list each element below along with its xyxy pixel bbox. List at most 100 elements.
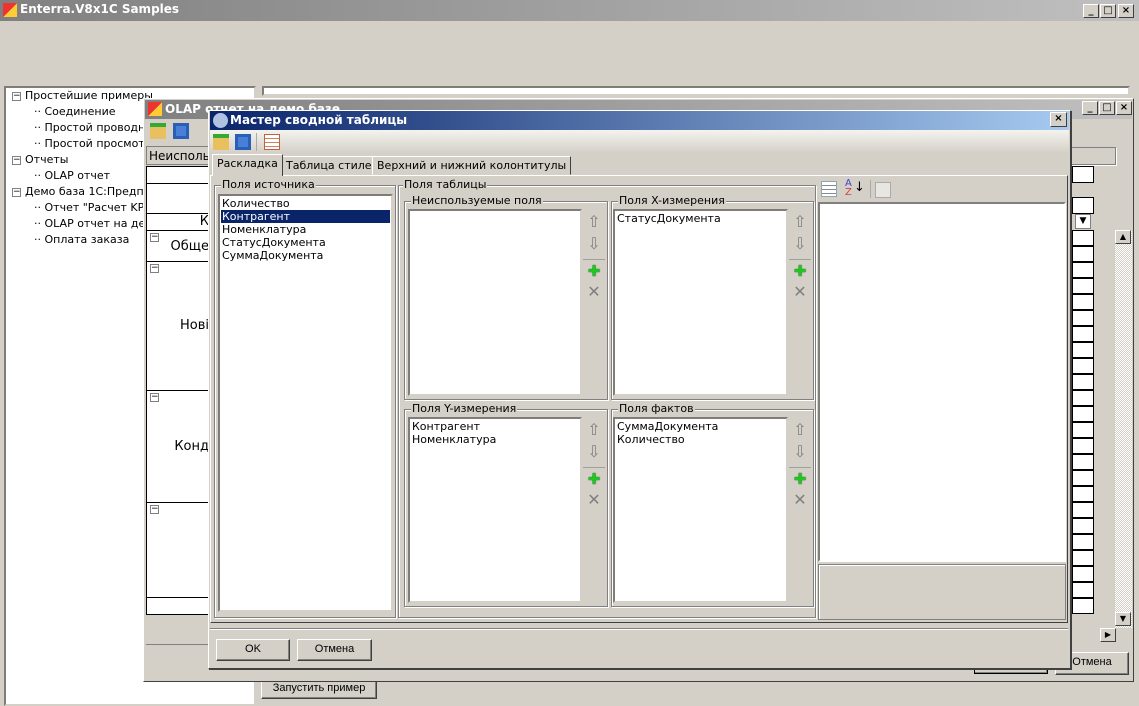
add-icon[interactable]: ✚ bbox=[583, 467, 605, 489]
tree-item[interactable]: ·· Отчет "Расчет KPI" bbox=[34, 201, 153, 214]
categorized-icon[interactable] bbox=[821, 181, 837, 197]
tree-item[interactable]: ·· Простой просмото bbox=[34, 137, 151, 150]
toolbar-separator bbox=[256, 133, 257, 151]
sort-az-icon[interactable]: AZ bbox=[845, 179, 852, 198]
main-title-bar: Enterra.V8x1C Samples bbox=[0, 0, 1139, 21]
divider bbox=[210, 628, 1068, 630]
grid-cell[interactable]: − Конд bbox=[146, 390, 210, 503]
tree-item[interactable]: ·· OLAP отчет на дем bbox=[34, 217, 154, 230]
collapse-icon[interactable]: − bbox=[12, 155, 21, 165]
list-item[interactable]: СуммаДокумента bbox=[616, 420, 785, 433]
table-style-icon[interactable] bbox=[264, 134, 280, 150]
list-item[interactable]: Номенклатура bbox=[411, 433, 579, 446]
list-item[interactable]: Количество bbox=[616, 433, 785, 446]
tree-item-label: Оплата заказа bbox=[44, 233, 130, 246]
tab-header-footer[interactable]: Верхний и нижний колонтитулы bbox=[372, 156, 572, 175]
dialog-close-button[interactable]: × bbox=[1050, 112, 1067, 127]
delete-icon[interactable]: ✕ bbox=[789, 281, 811, 303]
scroll-down-icon[interactable]: ▼ bbox=[1115, 612, 1131, 626]
move-up-icon[interactable]: ⇧ bbox=[583, 211, 605, 233]
list-item[interactable]: СтатусДокумента bbox=[616, 212, 785, 225]
save-icon[interactable] bbox=[173, 123, 189, 139]
ok-button[interactable]: OK bbox=[216, 639, 290, 661]
grid-cell bbox=[1072, 390, 1094, 406]
list-item[interactable]: Количество bbox=[221, 197, 390, 210]
scroll-up-icon[interactable]: ▲ bbox=[1115, 230, 1131, 244]
y-dimension-list[interactable]: Контрагент Номенклатура bbox=[408, 417, 582, 603]
tree-item[interactable]: ·· Соединение bbox=[34, 105, 116, 118]
move-down-icon[interactable]: ⇩ bbox=[789, 441, 811, 463]
scroll-right-icon[interactable]: ▶ bbox=[1100, 628, 1116, 642]
minimize-button[interactable]: _ bbox=[1083, 4, 1099, 18]
olap-minimize-button[interactable]: _ bbox=[1082, 101, 1098, 115]
move-down-icon[interactable]: ⇩ bbox=[789, 233, 811, 255]
maximize-button[interactable]: □ bbox=[1100, 4, 1116, 18]
vertical-scrollbar[interactable]: ▲ ▼ bbox=[1115, 230, 1132, 628]
grid-cell[interactable]: − bbox=[146, 502, 210, 598]
open-icon[interactable] bbox=[150, 123, 166, 139]
add-icon[interactable]: ✚ bbox=[583, 259, 605, 281]
collapse-icon[interactable]: − bbox=[150, 393, 159, 402]
property-grid[interactable] bbox=[818, 202, 1066, 562]
move-up-icon[interactable]: ⇧ bbox=[789, 419, 811, 441]
add-icon[interactable]: ✚ bbox=[789, 467, 811, 489]
save-icon[interactable] bbox=[235, 134, 251, 150]
grid-cell bbox=[1072, 278, 1094, 294]
grid-cell-label: Обще bbox=[170, 239, 210, 254]
dropdown-arrow-icon[interactable]: ▼ bbox=[1075, 214, 1091, 229]
move-up-icon[interactable]: ⇧ bbox=[789, 211, 811, 233]
list-item[interactable]: СтатусДокумента bbox=[221, 236, 390, 249]
list-buttons: ⇧ ⇩ ✚ ✕ bbox=[583, 211, 605, 303]
collapse-icon[interactable]: − bbox=[150, 264, 159, 273]
facts-list[interactable]: СуммаДокумента Количество bbox=[613, 417, 788, 603]
move-up-icon[interactable]: ⇧ bbox=[583, 419, 605, 441]
tab-style-table[interactable]: Таблица стилей bbox=[281, 156, 384, 175]
main-title: Enterra.V8x1C Samples bbox=[20, 2, 180, 16]
list-item[interactable]: СуммаДокумента bbox=[221, 249, 390, 262]
tree-item-label: Простейшие примеры bbox=[25, 89, 153, 102]
divider bbox=[146, 644, 210, 645]
list-buttons: ⇧ ⇩ ✚ ✕ bbox=[789, 211, 811, 303]
list-item[interactable]: Контрагент bbox=[411, 420, 579, 433]
add-icon[interactable]: ✚ bbox=[789, 259, 811, 281]
grid-cell bbox=[1072, 342, 1094, 358]
collapse-icon[interactable]: − bbox=[150, 505, 159, 514]
tree-item[interactable]: ·· Оплата заказа bbox=[34, 233, 129, 246]
delete-icon[interactable]: ✕ bbox=[583, 489, 605, 511]
grid-cell[interactable]: − Обще bbox=[146, 230, 210, 262]
olap-close-button[interactable]: × bbox=[1116, 101, 1132, 115]
tree-item[interactable]: − Простейшие примеры bbox=[12, 89, 153, 102]
close-button[interactable]: × bbox=[1118, 4, 1134, 18]
grid-cell bbox=[1072, 310, 1094, 326]
grid-cell[interactable]: − Нові bbox=[146, 261, 210, 391]
grid-cell bbox=[1072, 358, 1094, 374]
collapse-icon[interactable]: − bbox=[150, 233, 159, 242]
tree-item[interactable]: − Отчеты bbox=[12, 153, 68, 166]
cancel-button[interactable]: Отмена bbox=[297, 639, 372, 661]
delete-icon[interactable]: ✕ bbox=[583, 281, 605, 303]
olap-maximize-button[interactable]: □ bbox=[1099, 101, 1115, 115]
tree-item-label: OLAP отчет на дем bbox=[44, 217, 154, 230]
unused-fields-list[interactable] bbox=[408, 209, 582, 396]
collapse-icon[interactable]: − bbox=[12, 91, 21, 101]
grid-cell bbox=[1072, 518, 1094, 534]
tree-item[interactable]: − Демо база 1С:Предпр bbox=[12, 185, 151, 198]
tree-item[interactable]: ·· Простой проводни bbox=[34, 121, 152, 134]
tree-item[interactable]: ·· OLAP отчет bbox=[34, 169, 110, 182]
source-fields-list[interactable]: Количество Контрагент Номенклатура Стату… bbox=[218, 194, 393, 612]
collapse-icon[interactable]: − bbox=[12, 187, 21, 197]
tree-item-label: Демо база 1С:Предпр bbox=[25, 185, 151, 198]
grid-cell bbox=[1072, 422, 1094, 438]
group-label: Неиспользуемые поля bbox=[411, 194, 543, 207]
list-item[interactable]: Номенклатура bbox=[221, 223, 390, 236]
delete-icon[interactable]: ✕ bbox=[789, 489, 811, 511]
move-down-icon[interactable]: ⇩ bbox=[583, 441, 605, 463]
grid-cell-label: Нові bbox=[179, 318, 209, 333]
move-down-icon[interactable]: ⇩ bbox=[583, 233, 605, 255]
grid-cell bbox=[1072, 566, 1094, 582]
tab-layout[interactable]: Раскладка bbox=[212, 154, 283, 176]
x-dimension-list[interactable]: СтатусДокумента bbox=[613, 209, 788, 396]
list-item-selected[interactable]: Контрагент bbox=[221, 210, 390, 223]
open-icon[interactable] bbox=[213, 134, 229, 150]
grid-cell bbox=[1072, 246, 1094, 262]
